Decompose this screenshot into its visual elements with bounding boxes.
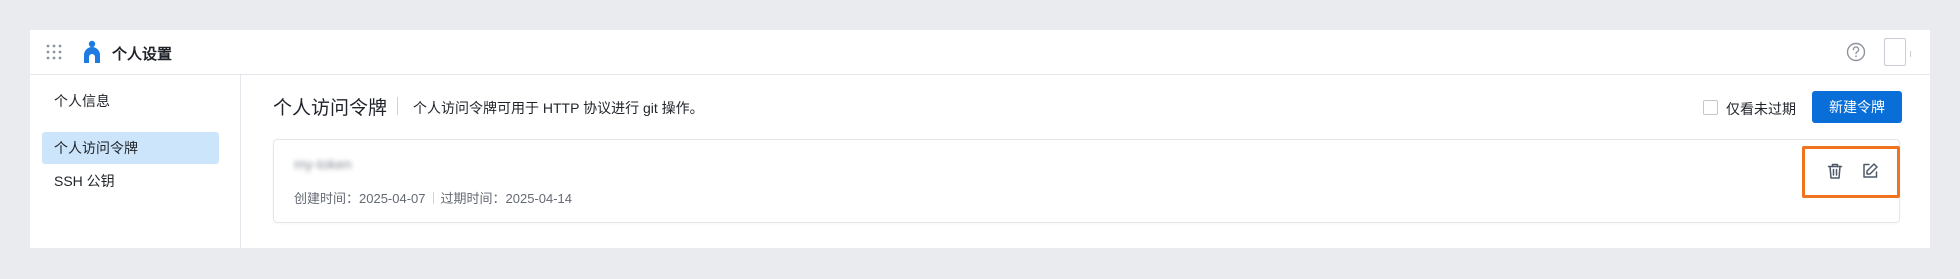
- page-title: 个人访问令牌: [273, 98, 388, 119]
- new-token-button[interactable]: 新建令牌: [1812, 91, 1902, 123]
- app-title: 个人设置: [112, 46, 173, 63]
- token-created: 创建时间：2025-04-07: [294, 191, 426, 206]
- token-expires: 过期时间：2025-04-14: [440, 191, 573, 206]
- sidebar-item-label: 个人访问令牌: [54, 140, 138, 156]
- not-expired-checkbox[interactable]: [1703, 100, 1718, 115]
- avatar[interactable]: [1884, 38, 1911, 66]
- sidebar-item-ssh-keys[interactable]: SSH 公钥: [42, 165, 219, 197]
- apps-grid-icon[interactable]: [45, 43, 63, 61]
- edit-icon[interactable]: [1860, 161, 1880, 181]
- token-meta: 创建时间：2025-04-07 过期时间：2025-04-14: [294, 188, 572, 207]
- token-actions: [1802, 146, 1900, 198]
- token-name: my-token: [294, 156, 352, 172]
- meta-divider: [432, 191, 434, 204]
- top-bar: 个人设置: [30, 30, 1930, 75]
- page-description: 个人访问令牌可用于 HTTP 协议进行 git 操作。: [413, 100, 704, 116]
- title-divider: [397, 97, 398, 115]
- sidebar: 个人信息 个人访问令牌 SSH 公钥: [30, 75, 241, 248]
- sidebar-item-profile[interactable]: 个人信息: [42, 85, 219, 117]
- sidebar-item-label: SSH 公钥: [54, 173, 115, 189]
- sidebar-item-label: 个人信息: [54, 93, 110, 109]
- not-expired-label: 仅看未过期: [1726, 101, 1796, 117]
- logo-icon: [80, 39, 104, 65]
- help-icon[interactable]: [1845, 41, 1867, 63]
- sidebar-item-access-tokens[interactable]: 个人访问令牌: [42, 132, 219, 164]
- delete-icon[interactable]: [1825, 161, 1845, 181]
- token-card: my-token 创建时间：2025-04-07 过期时间：2025-04-14: [273, 139, 1900, 223]
